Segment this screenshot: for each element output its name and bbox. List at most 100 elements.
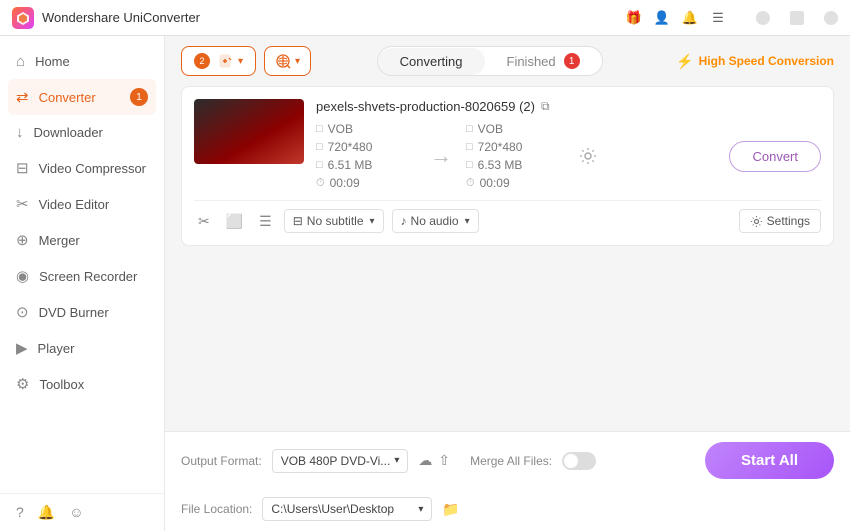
merge-toggle[interactable] — [562, 452, 596, 470]
source-duration-row: ⏱ 00:09 — [316, 176, 416, 190]
target-settings-icon[interactable] — [578, 146, 598, 166]
target-size-icon: □ — [466, 159, 473, 171]
sidebar-item-downloader[interactable]: ↓ Downloader — [0, 115, 164, 150]
start-all-button[interactable]: Start All — [705, 442, 834, 479]
help-icon[interactable]: ? — [16, 504, 24, 521]
target-meta: □ VOB □ 720*480 □ 6.53 MB — [466, 122, 566, 190]
merge-label: Merge All Files: — [470, 454, 552, 468]
toolbar: 2 ▾ ▾ — [165, 36, 850, 86]
cloud-icon[interactable]: ☁ — [418, 452, 432, 469]
sidebar-item-label: Downloader — [34, 125, 103, 140]
arrow-icon: → — [430, 143, 452, 169]
support-icon[interactable]: ☺ — [69, 504, 83, 521]
merger-icon: ⊕ — [16, 231, 29, 249]
sidebar-item-toolbox[interactable]: ⚙ Toolbox — [0, 366, 164, 402]
user-icon[interactable]: 👤 — [652, 8, 672, 28]
subtitle-label: No subtitle — [307, 214, 364, 228]
convert-btn-col: Convert — [729, 141, 821, 172]
crop-icon[interactable]: ⬜ — [222, 211, 247, 232]
output-format-select[interactable]: VOB 480P DVD-Vi... ▾ — [272, 449, 409, 473]
sidebar-item-merger[interactable]: ⊕ Merger — [0, 222, 164, 258]
convert-button[interactable]: Convert — [729, 141, 821, 172]
bell-icon[interactable]: 🔔 — [680, 8, 700, 28]
recorder-icon: ◉ — [16, 267, 29, 285]
high-speed-label: High Speed Conversion — [699, 54, 834, 68]
source-duration: 00:09 — [330, 176, 360, 190]
tab-finished-label: Finished — [507, 54, 556, 69]
file-info: pexels-shvets-production-8020659 (2) ⧉ □… — [316, 99, 821, 190]
format-icon: □ — [316, 123, 323, 135]
subtitle-select[interactable]: ⊟ No subtitle ▾ — [284, 209, 384, 233]
sidebar-item-label: DVD Burner — [39, 305, 109, 320]
open-file-icon[interactable]: ⧉ — [541, 99, 550, 114]
file-card-bottom: ✂ ⬜ ☰ ⊟ No subtitle ▾ ♪ No audio ▾ — [194, 200, 821, 233]
output-format-chevron: ▾ — [394, 455, 399, 466]
source-resolution-row: □ 720*480 — [316, 140, 416, 154]
file-location-select[interactable]: C:\Users\User\Desktop ▾ — [262, 497, 432, 521]
location-chevron: ▾ — [418, 504, 423, 515]
conversion-arrow: → — [420, 143, 462, 169]
sidebar-item-label: Converter — [39, 90, 96, 105]
file-name: pexels-shvets-production-8020659 (2) — [316, 99, 535, 114]
sidebar-item-home[interactable]: ⌂ Home — [0, 44, 164, 79]
add-url-chevron: ▾ — [295, 56, 300, 67]
sidebar-item-screen-recorder[interactable]: ◉ Screen Recorder — [0, 258, 164, 294]
output-format-label: Output Format: — [181, 454, 262, 468]
target-format-row: □ VOB — [466, 122, 566, 136]
output-format-value: VOB 480P DVD-Vi... — [281, 454, 391, 468]
high-speed-conversion-button[interactable]: ⚡ High Speed Conversion — [676, 53, 834, 70]
gift-icon[interactable]: 🎁 — [624, 8, 644, 28]
sidebar-item-converter[interactable]: ⇄ Converter 1 — [8, 79, 156, 115]
duration-icon: ⏱ — [316, 177, 325, 190]
downloader-icon: ↓ — [16, 124, 24, 141]
file-meta-cols: □ VOB □ 720*480 □ 6.51 MB — [316, 122, 821, 190]
target-format: VOB — [478, 122, 503, 136]
effects-icon[interactable]: ☰ — [255, 211, 276, 232]
sidebar-item-player[interactable]: ▶ Player — [0, 330, 164, 366]
footer-row-1: Output Format: VOB 480P DVD-Vi... ▾ ☁ ⇧ … — [181, 442, 834, 479]
file-card-top: pexels-shvets-production-8020659 (2) ⧉ □… — [194, 99, 821, 190]
minimize-button[interactable] — [756, 11, 770, 25]
audio-select[interactable]: ♪ No audio ▾ — [392, 209, 479, 233]
editor-icon: ✂ — [16, 195, 29, 213]
tab-finished[interactable]: Finished 1 — [485, 47, 602, 75]
player-icon: ▶ — [16, 339, 28, 357]
folder-icon[interactable]: 📁 — [442, 501, 459, 518]
settings-link[interactable]: Settings — [739, 209, 821, 233]
add-url-button[interactable]: ▾ — [264, 46, 311, 76]
target-size: 6.53 MB — [478, 158, 523, 172]
resolution-icon: □ — [316, 141, 323, 153]
menu-icon[interactable]: ☰ — [708, 8, 728, 28]
target-resolution-icon: □ — [466, 141, 473, 153]
main-content: 2 ▾ ▾ — [165, 36, 850, 531]
notification-icon[interactable]: 🔔 — [38, 504, 55, 521]
sidebar-item-label: Player — [38, 341, 75, 356]
target-size-row: □ 6.53 MB — [466, 158, 566, 172]
footer: Output Format: VOB 480P DVD-Vi... ▾ ☁ ⇧ … — [165, 431, 850, 531]
share-icon[interactable]: ⇧ — [438, 452, 450, 469]
home-icon: ⌂ — [16, 53, 25, 70]
sidebar: ⌂ Home ⇄ Converter 1 ↓ Downloader ⊟ Vide… — [0, 36, 165, 531]
add-file-button[interactable]: 2 ▾ — [181, 46, 256, 76]
close-button[interactable] — [824, 11, 838, 25]
sidebar-item-label: Video Compressor — [39, 161, 146, 176]
subtitle-chevron: ▾ — [370, 216, 375, 227]
sidebar-item-video-compressor[interactable]: ⊟ Video Compressor — [0, 150, 164, 186]
file-card: pexels-shvets-production-8020659 (2) ⧉ □… — [181, 86, 834, 246]
add-file-chevron: ▾ — [238, 56, 243, 67]
sidebar-item-video-editor[interactable]: ✂ Video Editor — [0, 186, 164, 222]
source-meta: □ VOB □ 720*480 □ 6.51 MB — [316, 122, 416, 190]
converter-icon: ⇄ — [16, 88, 29, 106]
subtitle-icon: ⊟ — [293, 214, 303, 228]
maximize-button[interactable] — [790, 11, 804, 25]
sidebar-item-dvd-burner[interactable]: ⊙ DVD Burner — [0, 294, 164, 330]
audio-chevron: ▾ — [465, 216, 470, 227]
thumb-figure — [194, 99, 304, 164]
footer-format-icons: ☁ ⇧ — [418, 452, 450, 469]
app-layout: ⌂ Home ⇄ Converter 1 ↓ Downloader ⊟ Vide… — [0, 36, 850, 531]
converter-badge: 1 — [130, 88, 148, 106]
dvd-icon: ⊙ — [16, 303, 29, 321]
cut-icon[interactable]: ✂ — [194, 211, 214, 232]
sidebar-item-label: Screen Recorder — [39, 269, 137, 284]
tab-converting[interactable]: Converting — [378, 48, 485, 75]
